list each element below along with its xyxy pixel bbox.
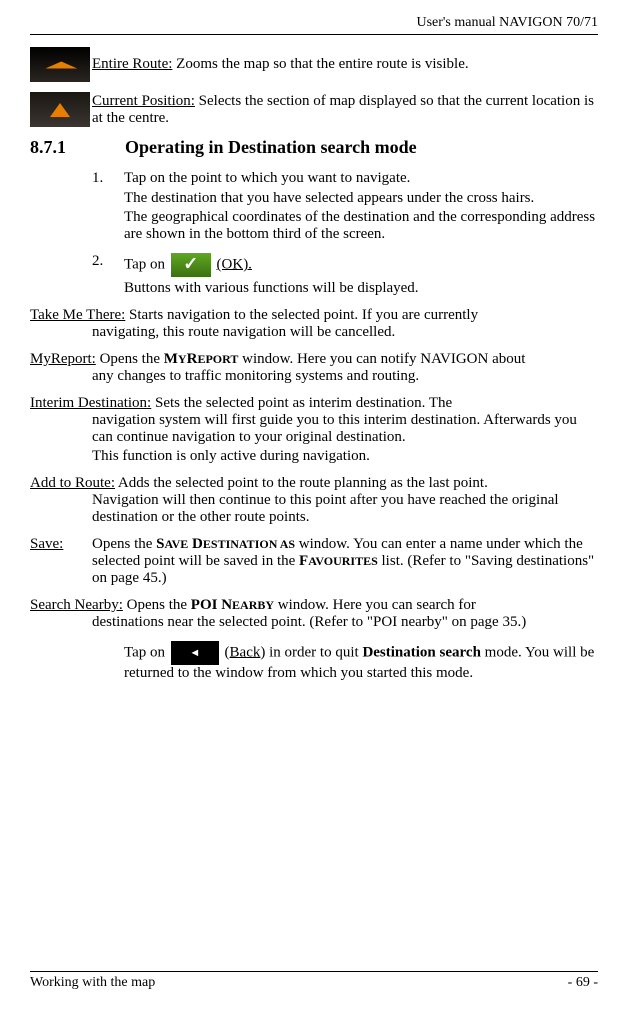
step-1-num: 1.	[92, 170, 124, 187]
current-position-row: Current Position: Selects the section of…	[30, 92, 598, 127]
step-2-text: Tap on (OK).	[124, 253, 598, 277]
search-nearby-inline: window. Here you can search for	[274, 597, 476, 613]
add-to-route: Add to Route: Adds the selected point to…	[30, 475, 598, 526]
current-position-icon	[30, 92, 90, 127]
interim-body: navigation system will first guide you t…	[92, 412, 598, 465]
header-rule: User's manual NAVIGON 70/71	[30, 15, 598, 35]
footer-right: - 69 -	[568, 975, 598, 991]
take-me-there-label: Take Me There:	[30, 307, 125, 323]
interim-destination: Interim Destination: Sets the selected p…	[30, 395, 598, 465]
add-route-inline: Adds the selected point to the route pla…	[115, 475, 488, 491]
back-pre: Tap on	[124, 644, 169, 660]
current-position-text: Current Position: Selects the section of…	[92, 93, 598, 127]
footer-left: Working with the map	[30, 975, 155, 991]
add-route-body: Navigation will then continue to this po…	[92, 492, 598, 526]
step-1-sub2: The geographical coordinates of the dest…	[124, 209, 598, 243]
entire-route-desc: Zooms the map so that the entire route i…	[172, 56, 468, 72]
my-report-pre: Opens the	[96, 351, 164, 367]
save-item: Save: Opens the SAVE DESTINATION AS wind…	[30, 536, 598, 587]
entire-route-label: Entire Route:	[92, 56, 172, 72]
step-2: 2. Tap on (OK).	[92, 253, 598, 277]
step-2-sub: Buttons with various functions will be d…	[124, 280, 598, 297]
footer: Working with the map - 69 -	[30, 971, 598, 991]
section-title: Operating in Destination search mode	[125, 137, 417, 158]
step-1: 1. Tap on the point to which you want to…	[92, 170, 598, 187]
interim-label: Interim Destination:	[30, 395, 151, 411]
entire-route-row: Entire Route: Zooms the map so that the …	[30, 47, 598, 82]
save-fav: FAVOURITES	[299, 553, 378, 569]
search-nearby-body: destinations near the selected point. (R…	[92, 614, 598, 631]
entire-route-icon	[30, 47, 90, 82]
my-report-label: MyReport:	[30, 351, 96, 367]
search-nearby-win: POI NEARBY	[191, 597, 274, 613]
my-report-inline: window. Here you can notify NAVIGON abou…	[238, 351, 525, 367]
section-header: 8.7.1 Operating in Destination search mo…	[30, 137, 598, 158]
current-position-label: Current Position:	[92, 93, 195, 109]
back-mid: ) in order to quit	[260, 644, 362, 660]
search-nearby-pre: Opens the	[123, 597, 191, 613]
back-mode: Destination search	[362, 644, 480, 660]
take-me-there-inline: Starts navigation to the selected point.…	[125, 307, 478, 323]
back-step: Tap on (Back) in order to quit Destinati…	[124, 641, 598, 682]
step-2-sub-text: Buttons with various functions will be d…	[124, 280, 598, 297]
add-route-label: Add to Route:	[30, 475, 115, 491]
entire-route-text: Entire Route: Zooms the map so that the …	[92, 56, 469, 73]
search-nearby-label: Search Nearby:	[30, 597, 123, 613]
take-me-there: Take Me There: Starts navigation to the …	[30, 307, 598, 341]
save-win: SAVE DESTINATION AS	[156, 536, 295, 552]
step-1-text: Tap on the point to which you want to na…	[124, 170, 598, 187]
back-label: Back	[230, 644, 261, 660]
save-pre: Opens the	[92, 536, 156, 552]
header-title: User's manual NAVIGON 70/71	[30, 15, 598, 31]
step-1-sub1: The destination that you have selected a…	[124, 190, 598, 207]
step-2-prefix: Tap on	[124, 256, 169, 272]
search-nearby: Search Nearby: Opens the POI NEARBY wind…	[30, 597, 598, 631]
step-2-num: 2.	[92, 253, 124, 277]
step-1-sub: The destination that you have selected a…	[124, 190, 598, 243]
my-report-win: MYREPORT	[164, 351, 239, 367]
my-report: MyReport: Opens the MYREPORT window. Her…	[30, 351, 598, 385]
interim-inline: Sets the selected point as interim desti…	[151, 395, 452, 411]
section-number: 8.7.1	[30, 137, 125, 158]
interim-note: This function is only active during navi…	[92, 448, 598, 465]
save-label: Save:	[30, 536, 92, 587]
ok-label: (OK).	[217, 256, 252, 272]
my-report-body: any changes to traffic monitoring system…	[92, 368, 598, 385]
ok-icon	[171, 253, 211, 277]
save-body: Opens the SAVE DESTINATION AS window. Yo…	[92, 536, 598, 587]
back-icon	[171, 641, 219, 665]
take-me-there-body: navigating, this route navigation will b…	[92, 324, 598, 341]
